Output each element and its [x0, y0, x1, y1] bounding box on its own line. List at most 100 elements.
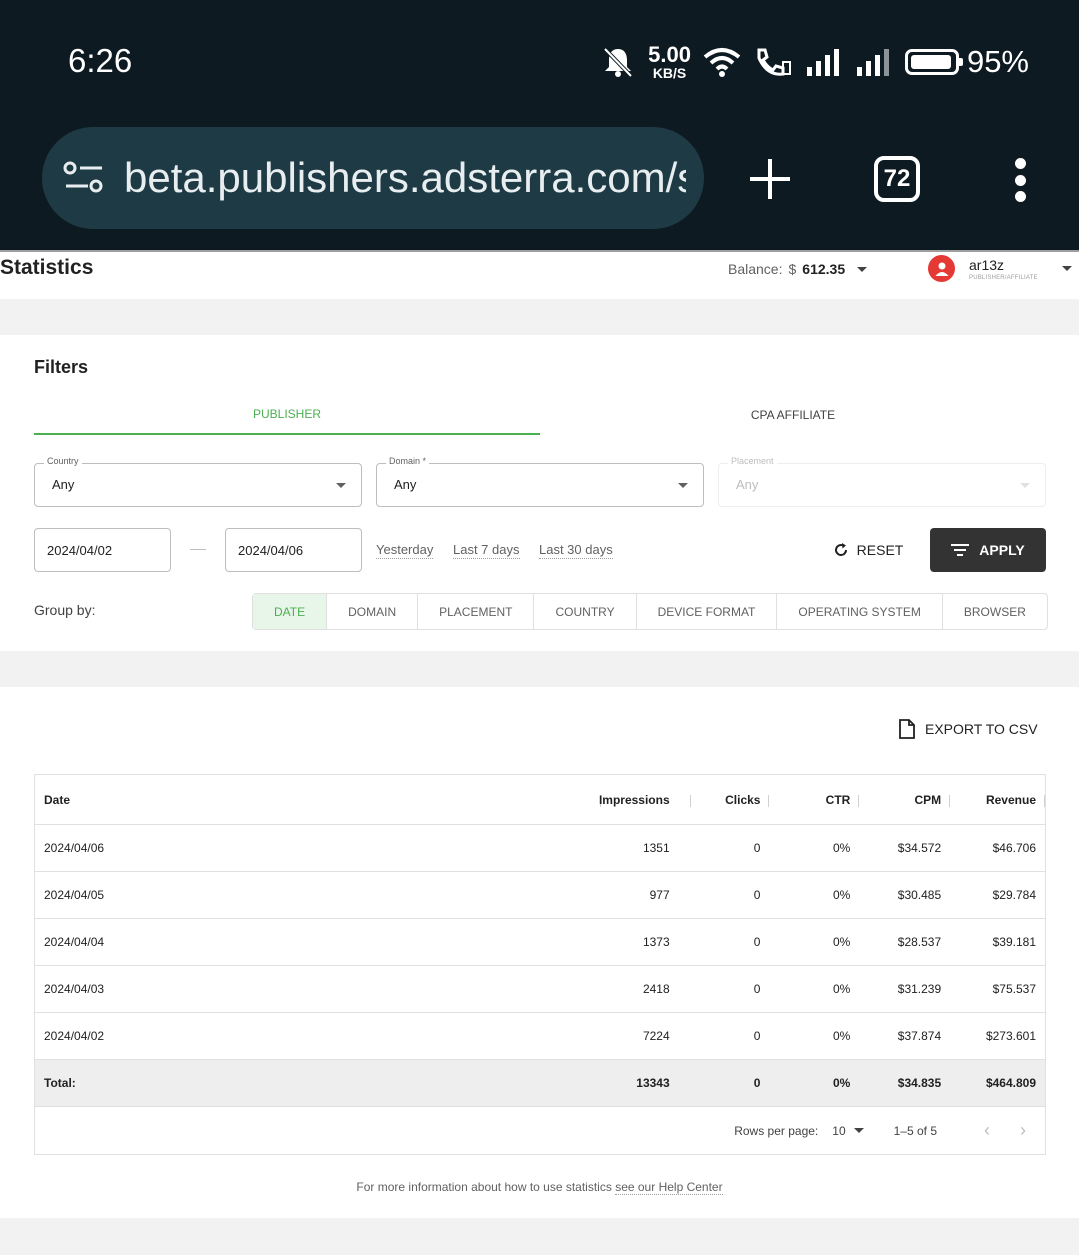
cell-date: 2024/04/02 [44, 1029, 105, 1043]
cell-date: 2024/04/03 [44, 982, 105, 996]
group-by-label: Group by: [34, 602, 96, 618]
col-date[interactable]: Date [35, 793, 601, 807]
col-clicks[interactable]: Clicks [679, 793, 770, 807]
reset-button[interactable]: RESET [820, 528, 916, 572]
help-center-link[interactable]: see our Help Center [615, 1180, 723, 1195]
user-menu-chevron-icon[interactable] [1062, 266, 1072, 271]
avatar[interactable] [928, 255, 955, 282]
cell-revenue: $75.537 [992, 982, 1036, 996]
cell-impressions: 7224 [642, 1029, 670, 1043]
group-by-device-format[interactable]: DEVICE FORMAT [637, 594, 778, 629]
table-row: 2024/04/02 7224 0 0% $37.874 $273.601 [35, 1013, 1045, 1060]
browser-menu-icon[interactable] [1010, 158, 1030, 202]
dropdown-arrow-icon [1020, 483, 1030, 488]
group-by-domain[interactable]: DOMAIN [327, 594, 419, 629]
status-icons: 5.00 KB/S 95% [600, 42, 1029, 82]
results-card: EXPORT TO CSV Date Impressions Clicks CT… [0, 687, 1079, 1218]
tab-publisher[interactable]: PUBLISHER [34, 395, 540, 435]
rows-per-page: Rows per page: 10 [734, 1123, 864, 1138]
col-revenue[interactable]: Revenue [950, 793, 1045, 807]
total-revenue: $464.809 [985, 1076, 1036, 1090]
address-bar[interactable]: beta.publishers.adsterra.com/s [42, 127, 704, 229]
user-role: PUBLISHER/AFFILIATE [969, 275, 1038, 281]
domain-label: Domain * [386, 456, 430, 466]
new-tab-icon[interactable] [748, 157, 792, 201]
quick-range-yesterday[interactable]: Yesterday [376, 542, 434, 559]
cell-clicks: 0 [753, 841, 761, 855]
cell-revenue: $39.181 [992, 935, 1036, 949]
cell-revenue: $46.706 [992, 841, 1036, 855]
cell-cpm: $30.485 [897, 888, 942, 902]
stats-table: Date Impressions Clicks CTR CPM Revenue … [34, 774, 1046, 1155]
tab-cpa-affiliate[interactable]: CPA AFFILIATE [540, 395, 1046, 435]
table-header-row: Date Impressions Clicks CTR CPM Revenue [35, 775, 1045, 825]
cell-impressions: 2418 [642, 982, 670, 996]
table-row: 2024/04/04 1373 0 0% $28.537 $39.181 [35, 919, 1045, 966]
cell-impressions: 977 [649, 888, 670, 902]
date-to-input[interactable]: 2024/04/06 [225, 528, 362, 572]
signal-icon-2 [856, 49, 889, 76]
date-from-input[interactable]: 2024/04/02 [34, 528, 171, 572]
total-ctr: 0% [832, 1076, 851, 1090]
cell-ctr: 0% [832, 982, 851, 996]
balance-currency: $ [788, 261, 797, 277]
chevron-down-icon [857, 266, 868, 272]
cell-clicks: 0 [753, 888, 761, 902]
battery-percent: 95% [966, 44, 1029, 79]
system-top-area: 6:26 5.00 KB/S 95% beta.publishers.adste… [0, 0, 1079, 250]
quick-range-last-7-days[interactable]: Last 7 days [453, 542, 520, 559]
app-header: Statistics Balance: $ 612.35 ar13z PUBLI… [0, 250, 1079, 299]
placement-label: Placement [728, 456, 777, 466]
group-by-date[interactable]: DATE [253, 594, 328, 629]
dropdown-arrow-icon [336, 483, 346, 488]
user-name[interactable]: ar13z [969, 257, 1004, 273]
group-by-country[interactable]: COUNTRY [534, 594, 637, 629]
rows-per-page-select[interactable]: 10 [832, 1123, 864, 1138]
total-label: Total: [44, 1076, 76, 1090]
total-impressions: 13343 [636, 1076, 670, 1090]
col-ctr[interactable]: CTR [769, 793, 860, 807]
cell-cpm: $28.537 [897, 935, 942, 949]
country-value: Any [52, 477, 75, 492]
previous-page-icon[interactable]: ‹ [969, 1116, 1005, 1146]
help-prefix: For more information about how to use st… [356, 1180, 612, 1194]
network-speed: 5.00 KB/S [648, 42, 691, 81]
rows-per-page-value: 10 [832, 1123, 846, 1138]
group-by-toggle: DATE DOMAIN PLACEMENT COUNTRY DEVICE FOR… [252, 593, 1048, 630]
battery-indicator: 95% [904, 44, 1029, 80]
domain-value: Any [394, 477, 417, 492]
user-icon [935, 262, 948, 276]
apply-button[interactable]: APPLY [930, 528, 1046, 572]
total-cpm: $34.835 [897, 1076, 942, 1090]
table-total-row: Total: 13343 0 0% $34.835 $464.809 [35, 1060, 1045, 1107]
col-cpm[interactable]: CPM [859, 793, 951, 807]
total-clicks: 0 [753, 1076, 761, 1090]
cell-date: 2024/04/04 [44, 935, 105, 949]
url-text[interactable]: beta.publishers.adsterra.com/s [124, 154, 686, 202]
table-row: 2024/04/06 1351 0 0% $34.572 $46.706 [35, 825, 1045, 872]
cell-cpm: $34.572 [897, 841, 942, 855]
cell-clicks: 0 [753, 1029, 761, 1043]
cell-revenue: $29.784 [992, 888, 1036, 902]
group-by-browser[interactable]: BROWSER [943, 594, 1047, 629]
cell-impressions: 1373 [642, 935, 670, 949]
cell-impressions: 1351 [642, 841, 670, 855]
domain-select[interactable]: Domain * Any [376, 456, 704, 507]
next-page-icon[interactable]: › [1005, 1116, 1041, 1146]
cell-ctr: 0% [832, 1029, 851, 1043]
group-by-placement[interactable]: PLACEMENT [418, 594, 535, 629]
rows-per-page-label: Rows per page: [734, 1123, 819, 1138]
export-csv-button[interactable]: EXPORT TO CSV [898, 719, 1038, 739]
tab-switcher-button[interactable]: 72 [874, 156, 920, 202]
country-select[interactable]: Country Any [34, 456, 362, 507]
cell-revenue: $273.601 [985, 1029, 1036, 1043]
filters-card: Filters PUBLISHER CPA AFFILIATE Country … [0, 335, 1079, 651]
col-impressions[interactable]: Impressions [579, 793, 691, 807]
cell-date: 2024/04/05 [44, 888, 105, 902]
group-by-operating-system[interactable]: OPERATING SYSTEM [777, 594, 943, 629]
balance-dropdown[interactable]: Balance: $ 612.35 [728, 261, 868, 277]
quick-range-last-30-days[interactable]: Last 30 days [539, 542, 613, 559]
site-settings-icon[interactable] [62, 156, 106, 200]
apply-label: APPLY [979, 542, 1025, 558]
placement-value: Any [736, 477, 759, 492]
